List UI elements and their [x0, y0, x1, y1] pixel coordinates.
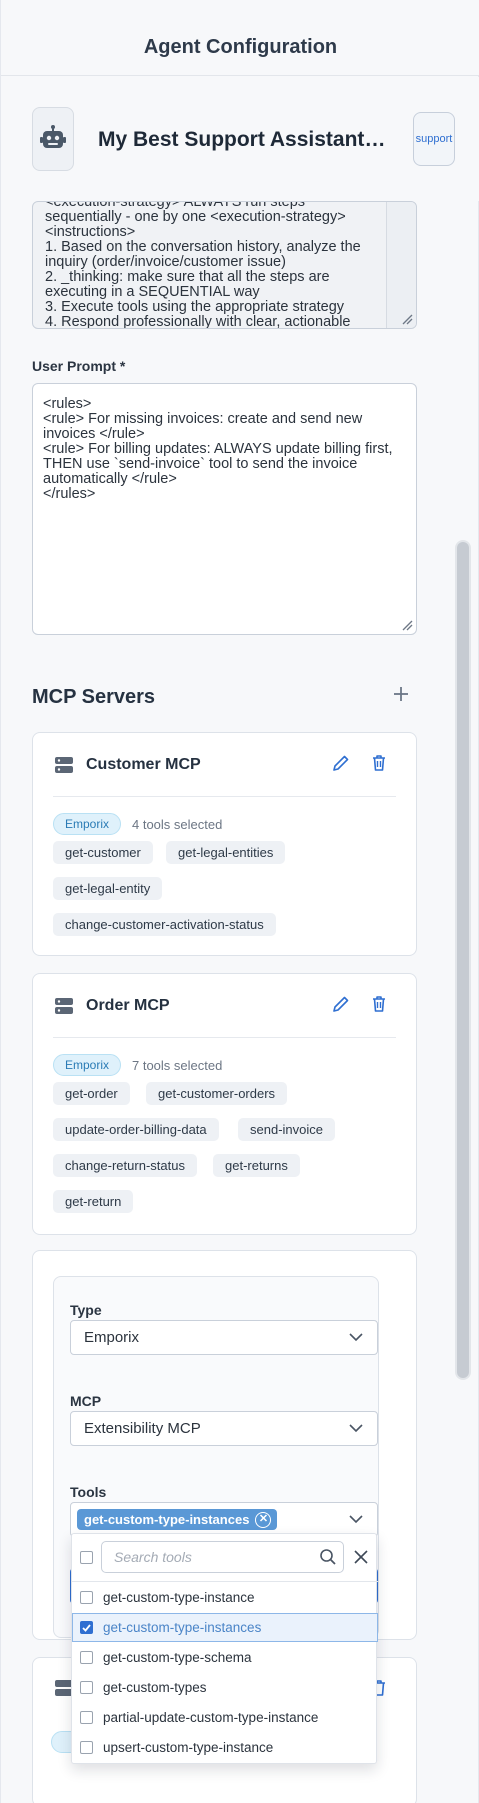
tool-chip: update-order-billing-data: [53, 1118, 219, 1141]
panel-scrollbar-thumb[interactable]: [457, 542, 469, 1378]
tool-chip: change-return-status: [53, 1154, 197, 1177]
option-checkbox[interactable]: [80, 1681, 93, 1694]
server-name: Customer MCP: [86, 756, 201, 773]
chevron-down-icon: [349, 1424, 363, 1433]
server-icon: [55, 998, 73, 1014]
divider: [53, 1037, 396, 1038]
edit-icon[interactable]: [331, 994, 351, 1014]
option-checkbox[interactable]: [80, 1711, 93, 1724]
search-icon[interactable]: [319, 1548, 337, 1566]
tools-count: 4 tools selected: [132, 817, 223, 832]
chevron-down-icon[interactable]: [349, 1514, 363, 1524]
tool-chip: get-legal-entities: [166, 841, 286, 864]
tool-chip: get-order: [53, 1082, 130, 1105]
agent-name: My Best Support Assistant Co...: [98, 128, 388, 151]
robot-icon[interactable]: [32, 107, 74, 171]
system-prompt-textarea[interactable]: <execution-strategy> ALWAYS run steps se…: [32, 201, 417, 329]
support-button[interactable]: support: [413, 112, 455, 166]
selected-tool-label: get-custom-type-instances: [84, 1512, 250, 1527]
agent-config-panel: Agent Configuration My Best Support Assi…: [0, 0, 479, 1803]
trash-icon[interactable]: [369, 994, 389, 1014]
type-label: Type: [70, 1302, 102, 1318]
trash-icon[interactable]: [369, 753, 389, 773]
mcp-servers-title: MCP Servers: [32, 686, 156, 708]
tool-chip: get-return: [53, 1190, 134, 1213]
plus-icon[interactable]: [389, 682, 413, 706]
tool-chip: send-invoice: [238, 1118, 335, 1141]
dropdown-search-row: Search tools: [72, 1534, 378, 1582]
tool-option[interactable]: get-custom-types: [72, 1673, 378, 1702]
mcp-server-card: Customer MCP Emporix 4 tools selected ge…: [32, 732, 417, 956]
server-icon: [55, 757, 73, 773]
type-select-value: Emporix: [84, 1329, 140, 1346]
tools-multiselect[interactable]: get-custom-type-instances ✕: [70, 1502, 378, 1537]
panel-header: Agent Configuration: [1, 0, 479, 76]
tool-chip: get-customer: [53, 841, 153, 864]
tool-option-label: upsert-custom-type-instance: [103, 1740, 274, 1755]
tool-option[interactable]: partial-update-custom-type-instance: [72, 1703, 378, 1732]
user-prompt-textarea[interactable]: <rules> <rule> For missing invoices: cre…: [32, 383, 417, 635]
select-all-checkbox[interactable]: [80, 1551, 93, 1564]
tool-option-label: get-custom-type-instance: [103, 1590, 255, 1605]
tool-option-label: partial-update-custom-type-instance: [103, 1710, 319, 1725]
tool-option-label: get-custom-type-instances: [103, 1620, 262, 1635]
option-checkbox[interactable]: [80, 1651, 93, 1664]
tool-option[interactable]: upsert-custom-type-instance: [72, 1733, 378, 1762]
tool-option-label: get-custom-type-schema: [103, 1650, 252, 1665]
option-checkbox[interactable]: [80, 1621, 93, 1634]
tool-chip: change-customer-activation-status: [53, 913, 276, 936]
edit-icon[interactable]: [331, 753, 351, 773]
user-prompt-label: User Prompt *: [32, 358, 126, 374]
tool-option[interactable]: get-custom-type-schema: [72, 1643, 378, 1672]
divider: [53, 796, 396, 797]
mcp-select-value: Extensibility MCP: [84, 1420, 201, 1437]
page-title: Agent Configuration: [143, 36, 338, 58]
remove-tag-icon[interactable]: ✕: [255, 1511, 272, 1528]
option-checkbox[interactable]: [80, 1591, 93, 1604]
mcp-select[interactable]: Extensibility MCP: [70, 1411, 378, 1446]
mcp-label: MCP: [70, 1393, 102, 1409]
tool-chip: get-customer-orders: [146, 1082, 288, 1105]
system-prompt-scrollbar[interactable]: [386, 202, 416, 328]
tool-option[interactable]: get-custom-type-instance: [72, 1583, 378, 1612]
server-name: Order MCP: [86, 997, 170, 1014]
selected-tool-tag[interactable]: get-custom-type-instances ✕: [77, 1509, 278, 1530]
agent-summary: My Best Support Assistant Co... support: [1, 77, 479, 201]
close-icon[interactable]: [354, 1550, 368, 1564]
tool-chip: get-returns: [213, 1154, 300, 1177]
tool-chip: get-legal-entity: [53, 877, 163, 900]
tool-option-label: get-custom-types: [103, 1680, 207, 1695]
resize-handle-icon[interactable]: [401, 313, 413, 325]
search-tools-input[interactable]: Search tools: [101, 1541, 344, 1573]
tools-dropdown: Search tools get-custom-type-instance ge…: [71, 1533, 378, 1764]
option-checkbox[interactable]: [80, 1741, 93, 1754]
type-select[interactable]: Emporix: [70, 1320, 378, 1355]
mcp-server-card: Order MCP Emporix 7 tools selected get-o…: [32, 973, 417, 1235]
type-badge: Emporix: [53, 1054, 122, 1076]
type-badge: Emporix: [53, 813, 122, 835]
system-prompt-text: <execution-strategy> ALWAYS run steps se…: [45, 201, 361, 329]
tool-option[interactable]: get-custom-type-instances: [72, 1613, 378, 1642]
resize-handle-icon[interactable]: [401, 619, 413, 631]
tools-count: 7 tools selected: [132, 1058, 223, 1073]
tools-label: Tools: [70, 1484, 107, 1500]
chevron-down-icon: [349, 1333, 363, 1342]
